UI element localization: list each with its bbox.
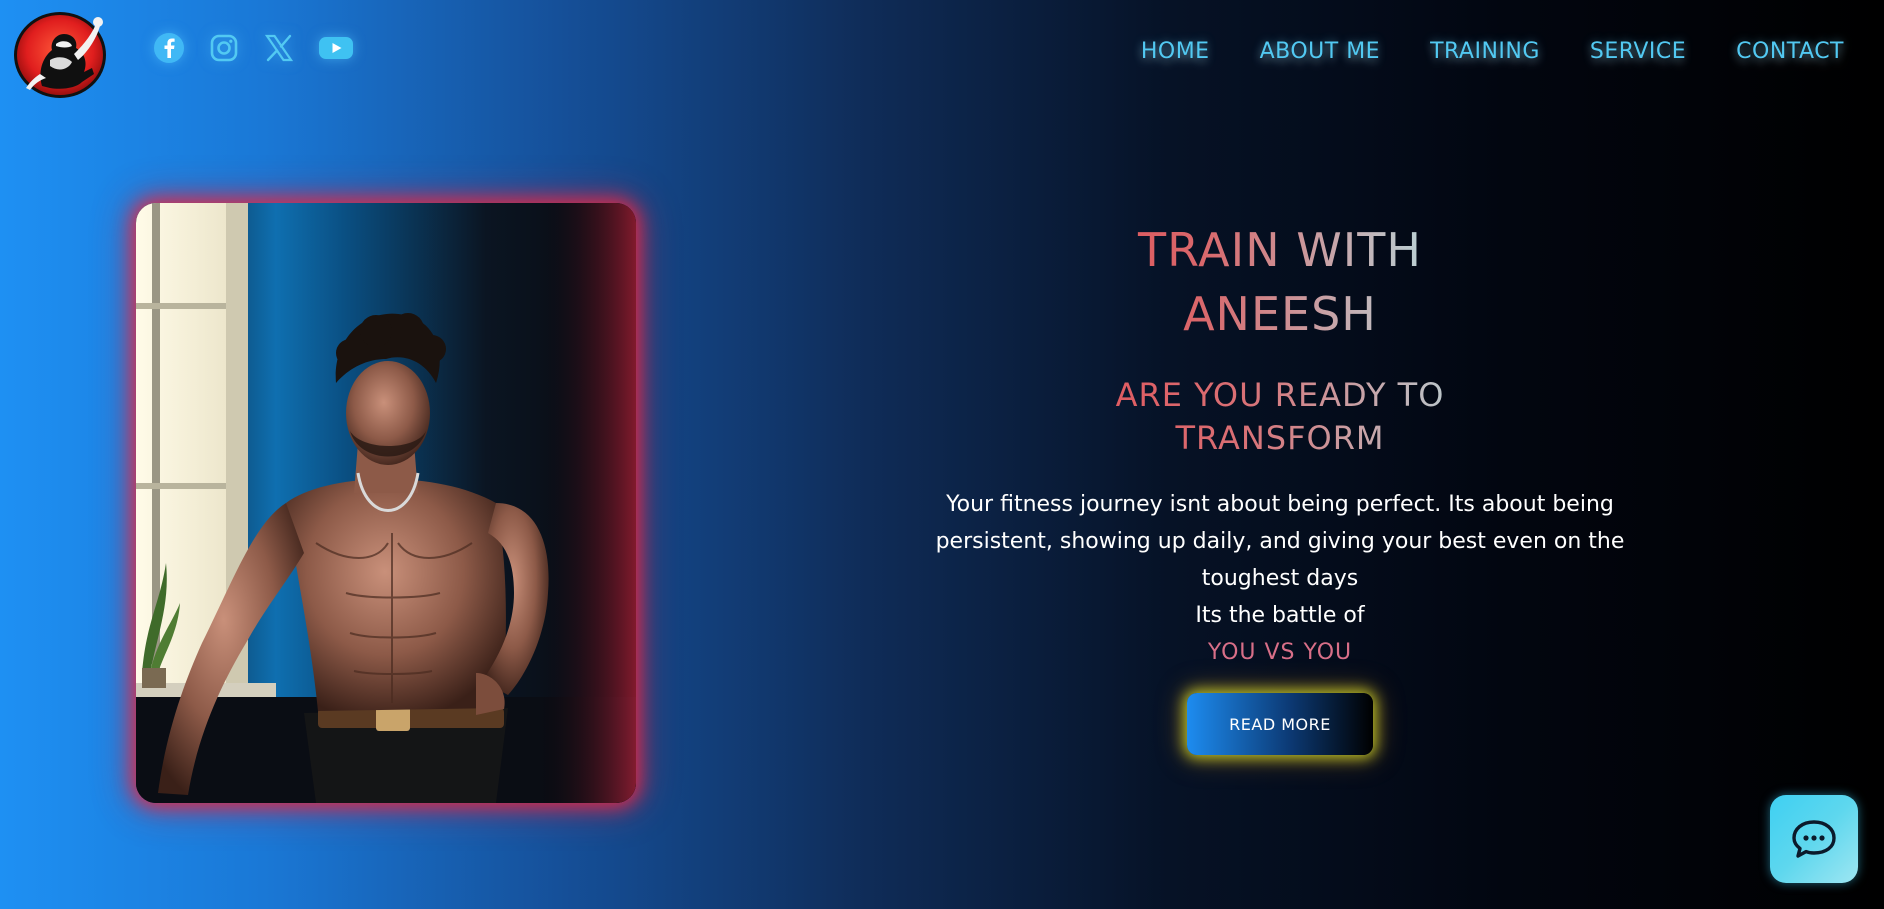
hero-battle-line: Its the battle of: [1195, 603, 1365, 628]
nav-about-me[interactable]: ABOUT ME: [1260, 39, 1381, 64]
hero-subtitle: ARE YOU READY TO TRANSFORM: [900, 374, 1660, 460]
nav-service[interactable]: SERVICE: [1590, 39, 1686, 64]
nav-training[interactable]: TRAINING: [1430, 39, 1540, 64]
chat-bubble-icon: [1792, 820, 1836, 858]
read-more-button[interactable]: READ MORE: [1187, 693, 1373, 755]
hero-section: TRAIN WITH ANEESH ARE YOU READY TO TRANS…: [900, 218, 1660, 755]
hero-title-line1: TRAIN WITH: [1137, 223, 1422, 277]
hero-subtitle-line1: ARE YOU READY TO: [1115, 376, 1445, 414]
nav-home[interactable]: HOME: [1141, 39, 1210, 64]
main-nav: HOME ABOUT ME TRAINING SERVICE CONTACT: [1091, 39, 1844, 64]
hero-title-line2: ANEESH: [1183, 287, 1377, 341]
hero-body-text: Your fitness journey isnt about being pe…: [935, 492, 1625, 591]
hero-accent: YOU VS YOU: [1207, 640, 1353, 665]
trainer-portrait: [136, 203, 636, 803]
youtube-icon[interactable]: [316, 31, 356, 65]
hero-title: TRAIN WITH ANEESH: [900, 218, 1660, 346]
facebook-icon[interactable]: [152, 31, 186, 65]
hero-body: Your fitness journey isnt about being pe…: [900, 486, 1660, 671]
gorilla-logo-icon[interactable]: [12, 8, 110, 101]
hero-subtitle-line2: TRANSFORM: [1175, 419, 1385, 457]
nav-contact[interactable]: CONTACT: [1736, 39, 1844, 64]
instagram-icon[interactable]: [207, 31, 241, 65]
chat-button[interactable]: [1770, 795, 1858, 883]
x-icon[interactable]: [262, 31, 296, 65]
